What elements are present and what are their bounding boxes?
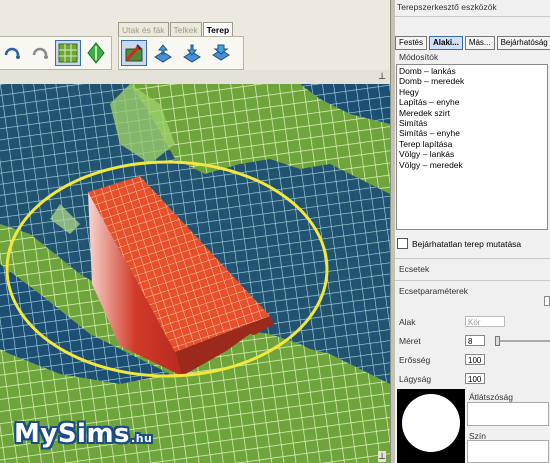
strength-label: Erősség [399,355,431,365]
brush-shape-preview [402,394,460,452]
tab-lots[interactable]: Telkek [169,22,202,37]
shape-dropdown[interactable]: Kör [465,316,505,327]
brush-preview [397,389,465,463]
raise-terrain-icon[interactable] [150,40,176,66]
size-slider[interactable] [495,336,550,346]
tab-roads-trees[interactable]: Utak és fák [118,22,169,37]
section-divider [395,258,550,259]
tab-shape[interactable]: Alaki... [429,36,463,50]
tab-paint[interactable]: Festés [395,36,428,50]
tab-walkability[interactable]: Bejárhatóság [496,36,550,50]
impassable-terrain-toggle[interactable]: Bejárhatatlan terep mutatása [397,238,521,249]
terrain-editor-panel: Terepszerkesztő eszközök Festés Alaki...… [395,0,550,463]
title-divider [395,16,550,17]
rotate-right-icon[interactable] [27,40,53,66]
mysims-logo: MySims.hu [14,419,153,449]
shape-label: Alak [399,317,416,327]
sim-pin-icon[interactable] [83,40,109,66]
list-item[interactable]: Terep lapítása [399,139,545,149]
lower-terrain-icon[interactable] [179,40,205,66]
size-field[interactable]: 8 [465,335,485,346]
rotate-left-icon[interactable] [0,40,25,66]
viewport-header: ⊥ [0,70,390,85]
brushes-label[interactable]: Ecsetek [399,264,429,274]
grid-toggle-icon[interactable] [55,40,81,66]
panel-tab-row: Festés Alaki... Más... Bejárhatóság [395,36,550,50]
list-item[interactable]: Simítás [399,118,545,128]
paint-brush-icon[interactable] [121,40,147,66]
tool-group-left [0,36,112,70]
expand-button[interactable] [544,296,550,306]
softness-label: Lágyság [399,374,432,384]
list-item[interactable]: Völgy – meredek [399,160,545,170]
modifiers-label: Módosítók [399,52,439,62]
tab-other[interactable]: Más... [464,36,495,50]
section-divider [395,280,550,281]
softness-field[interactable]: 100 [465,373,485,384]
terrain-toolbar: Utak és fák Telkek Terep [0,0,390,71]
flatten-terrain-icon[interactable] [208,40,234,66]
terrain-render[interactable] [0,84,390,463]
list-item[interactable]: Lapítás – enyhe [399,97,545,107]
pin-icon[interactable]: ⊥ [378,71,386,82]
size-label: Méret [399,336,421,346]
tool-tab-row: Utak és fák Telkek Terep [118,22,234,37]
transparency-label: Átlátszóság [469,392,513,402]
modifiers-list[interactable]: Domb – lankás Domb – meredek Hegy Lapítá… [396,64,548,230]
slider-handle[interactable] [495,336,500,346]
list-item[interactable]: Domb – lankás [399,66,545,76]
color-box[interactable] [467,440,549,463]
checkbox[interactable] [397,238,408,249]
list-item[interactable]: Völgy – lankás [399,149,545,159]
list-item[interactable]: Domb – meredek [399,76,545,86]
checkbox-label: Bejárhatatlan terep mutatása [412,238,522,249]
list-item[interactable]: Simítás – enyhe [399,128,545,138]
strength-field[interactable]: 100 [465,354,485,365]
panel-title: Terepszerkesztő eszközök [397,2,497,12]
terrain-viewport[interactable]: MySims.hu ⊥ [0,84,390,463]
tool-group-terrain [118,36,244,70]
pin-icon-bottom[interactable]: ⊥ [378,451,386,462]
list-item[interactable]: Meredek szirt [399,108,545,118]
transparency-box[interactable] [467,402,549,426]
list-item[interactable]: Hegy [399,87,545,97]
tab-terrain[interactable]: Terep [202,22,234,37]
brush-params-label[interactable]: Ecsetparaméterek [399,286,468,296]
